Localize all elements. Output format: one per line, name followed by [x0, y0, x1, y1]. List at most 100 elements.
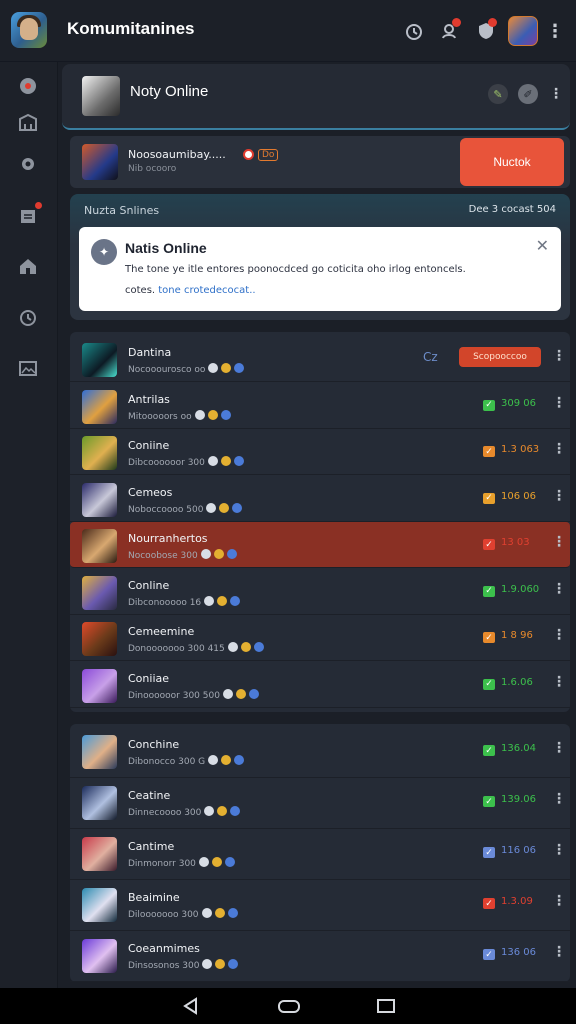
request-name: Noosoaumibay.....	[128, 148, 226, 161]
sidebar-item-inbox-icon[interactable]	[14, 202, 42, 230]
profile-avatar[interactable]	[508, 16, 538, 46]
member-avatar	[82, 436, 117, 470]
back-icon[interactable]	[181, 996, 201, 1016]
sidebar-item-gallery-icon[interactable]	[14, 354, 42, 382]
users-notification-dot	[452, 18, 461, 27]
info-icon	[232, 502, 243, 513]
row-more-icon[interactable]: ⋮	[552, 893, 566, 909]
member-subtitle-text: Nocooourosco oo	[128, 365, 206, 375]
row-more-icon[interactable]: ⋮	[552, 441, 566, 457]
row-more-icon[interactable]: ⋮	[552, 534, 566, 550]
row-more-icon[interactable]: ⋮	[552, 395, 566, 411]
list-item[interactable]: Conchine Dibonocco 300 G ✓ 136.04 ⋮	[70, 728, 570, 778]
member-subtitle: Mitooooors oo	[128, 409, 231, 422]
list-item[interactable]: Antrilas Mitooooors oo ✓ 309 06 ⋮	[70, 383, 570, 429]
header-more-icon[interactable]: ⋮	[546, 84, 566, 104]
notice-title: Natis Online	[125, 240, 207, 256]
status-badge[interactable]: Scopooccoo	[459, 347, 541, 367]
row-more-icon[interactable]: ⋮	[552, 740, 566, 756]
edit-icon[interactable]: ✐	[518, 84, 538, 104]
member-score: 1.6.06	[501, 676, 533, 688]
leaf-icon[interactable]: ✎	[488, 84, 508, 104]
notice-body-prefix: cotes.	[125, 285, 156, 296]
member-subtitle: Dibconooooo 16	[128, 595, 241, 608]
status-check-icon: ✓	[483, 492, 495, 504]
header-avatar[interactable]	[82, 76, 120, 116]
info-icon	[227, 908, 238, 918]
recents-icon[interactable]	[376, 996, 396, 1016]
list-item[interactable]: Cemeemine Donooooooo 300 415 ✓ 1 8 96 ⋮	[70, 615, 570, 661]
online-status-icon	[204, 806, 215, 816]
list-item[interactable]: Conline Dibconooooo 16 ✓ 1.9.060 ⋮	[70, 569, 570, 615]
member-subtitle: Dilooooooo 300	[128, 908, 238, 920]
list-item[interactable]: Beaimine Dilooooooo 300 ✓ 1.3.09 ⋮	[70, 881, 570, 931]
list-item[interactable]: Coniiae Dinoooooor 300 500 ✓ 1.6.06 ⋮	[70, 662, 570, 708]
notice-link[interactable]: tone crotedecocat..	[158, 285, 255, 296]
list-item[interactable]: Ceatine Dinnecoooo 300 ✓ 139.06 ⋮	[70, 779, 570, 829]
info-icon	[230, 806, 241, 816]
member-name: Beaimine	[128, 891, 180, 904]
shield-icon[interactable]	[468, 14, 504, 48]
member-subtitle: Noboccoooo 500	[128, 502, 243, 515]
users-icon[interactable]	[432, 14, 468, 48]
member-subtitle-text: Dilooooooo 300	[128, 910, 199, 920]
member-score: 309 06	[501, 397, 536, 409]
online-status-icon	[194, 409, 205, 420]
app-logo[interactable]	[11, 12, 47, 48]
row-more-icon[interactable]: ⋮	[552, 581, 566, 597]
row-more-icon[interactable]: ⋮	[552, 842, 566, 858]
coin-icon	[214, 908, 225, 918]
member-subtitle-text: Mitooooors oo	[128, 411, 192, 422]
member-subtitle: Donooooooo 300 415	[128, 642, 264, 654]
member-subtitle: Dibonocco 300 G	[128, 755, 245, 767]
member-avatar	[82, 888, 117, 922]
member-avatar	[82, 575, 117, 610]
row-more-icon[interactable]: ⋮	[552, 674, 566, 690]
member-avatar	[82, 529, 117, 563]
app-title: Komumitanines	[67, 19, 195, 38]
list-item[interactable]: Cantime Dinmonorr 300 ✓ 116 06 ⋮	[70, 830, 570, 880]
member-subtitle: Dinnecoooo 300	[128, 806, 241, 818]
status-check-icon: ✓	[483, 745, 495, 756]
info-icon	[224, 857, 235, 867]
member-name: Conchine	[128, 738, 180, 751]
row-more-icon[interactable]: ⋮	[552, 627, 566, 643]
sidebar-item-history-icon[interactable]	[14, 304, 42, 332]
member-name: Coniine	[128, 439, 170, 452]
sidebar-item-gear-icon[interactable]	[14, 150, 42, 178]
online-status-icon	[206, 502, 217, 513]
member-score: 106 06	[501, 490, 536, 502]
timer-icon[interactable]	[396, 14, 432, 48]
row-more-icon[interactable]: ⋮	[552, 488, 566, 504]
list-item[interactable]: Dantina Nocooourosco oo Cz Scopooccoo ⋮	[70, 336, 570, 382]
info-icon	[234, 755, 245, 765]
member-subtitle-text: Noboccoooo 500	[128, 504, 204, 515]
overflow-menu-icon[interactable]: ⋮	[546, 21, 564, 42]
row-more-icon[interactable]: ⋮	[552, 944, 566, 960]
sidebar-item-home-icon[interactable]	[14, 252, 42, 280]
row-more-icon[interactable]: ⋮	[552, 791, 566, 807]
member-name: Coeanmimes	[128, 942, 200, 955]
list-item[interactable]: Nourranhertos Nocoobose 300 ✓ 13 03 ⋮	[70, 522, 570, 568]
row-more-icon[interactable]: ⋮	[552, 348, 566, 364]
info-icon	[233, 456, 244, 466]
status-check-icon: ✓	[483, 847, 495, 858]
sidebar-item-building-icon[interactable]	[14, 108, 42, 136]
online-status-icon	[202, 959, 213, 969]
coin-icon	[217, 806, 228, 816]
sidebar-item-record[interactable]	[14, 72, 42, 100]
request-action-button[interactable]: Nuctok	[460, 138, 564, 186]
member-subtitle: Nocooourosco oo	[128, 363, 245, 375]
list-item[interactable]: Coniine Dibcoooooor 300 ✓ 1.3 063 ⋮	[70, 429, 570, 475]
member-avatar	[82, 939, 117, 973]
coin-icon	[219, 502, 230, 513]
list-item[interactable]: Coeanmimes Dinsosonos 300 ✓ 136 06 ⋮	[70, 932, 570, 982]
close-icon[interactable]: ✕	[536, 236, 549, 255]
list-item[interactable]: Cemeos Noboccoooo 500 ✓ 106 06 ⋮	[70, 476, 570, 522]
notice-panel: Nuzta Snlines Dee 3 cocast 504 ✦ Natis O…	[70, 194, 570, 320]
info-icon	[220, 409, 231, 420]
notice-section-label: Nuzta Snlines	[84, 204, 160, 217]
online-status-icon	[198, 857, 209, 867]
member-avatar	[82, 622, 117, 656]
home-icon[interactable]	[278, 996, 300, 1016]
